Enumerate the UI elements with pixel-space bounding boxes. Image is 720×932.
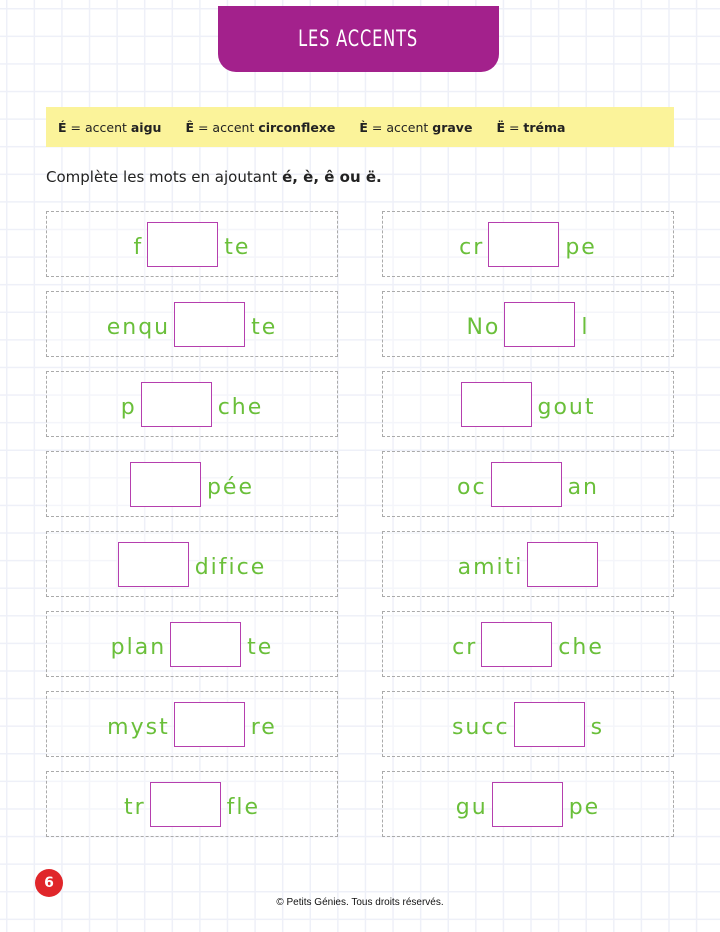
word-card: succ s xyxy=(382,691,674,757)
letter-blank-box[interactable] xyxy=(129,461,201,507)
instruction: Complète les mots en ajoutant é, è, ê ou… xyxy=(46,168,382,186)
word-card: plan te xyxy=(46,611,338,677)
letter-blank-box[interactable] xyxy=(147,221,219,267)
letter-blank-box[interactable] xyxy=(149,781,221,827)
word-card: tr fle xyxy=(46,771,338,837)
letter-blank-box[interactable] xyxy=(117,541,189,587)
word-prefix: cr xyxy=(452,634,478,660)
legend-text: = accent xyxy=(367,119,433,135)
instruction-text: Complète les mots en ajoutant xyxy=(46,168,283,186)
word-suffix: fle xyxy=(226,794,261,820)
letter-blank-box[interactable] xyxy=(174,301,246,347)
accent-legend: É = accent aigu Ê = accent circonflexe È… xyxy=(46,107,674,147)
word-suffix: s xyxy=(590,714,605,740)
word-prefix: myst xyxy=(107,714,170,740)
instruction-letters: é, è, ê ou ë. xyxy=(282,168,382,186)
word-suffix: te xyxy=(224,234,251,260)
legend-text: = accent xyxy=(66,119,131,135)
legend-letter: Ê xyxy=(185,119,194,135)
word-card: oc an xyxy=(382,451,674,517)
letter-blank-box[interactable] xyxy=(140,381,212,427)
word-card: cr pe xyxy=(382,211,674,277)
word-prefix: gu xyxy=(455,794,488,820)
letter-blank-box[interactable] xyxy=(490,461,562,507)
page-number-badge: 6 xyxy=(35,869,63,897)
legend-item-aigu: É = accent aigu xyxy=(58,120,161,135)
word-card: pée xyxy=(46,451,338,517)
legend-accent-name: aigu xyxy=(130,119,162,135)
word-suffix: pe xyxy=(568,794,601,820)
word-prefix: No xyxy=(466,314,501,340)
word-grid: f te cr pe enqu te No l p che gout pée oc an difice ami… xyxy=(46,211,674,837)
word-card: enqu te xyxy=(46,291,338,357)
legend-item-circonflexe: Ê = accent circonflexe xyxy=(185,120,335,135)
word-card: myst re xyxy=(46,691,338,757)
legend-item-trema: Ë = tréma xyxy=(496,120,565,135)
word-prefix: succ xyxy=(451,714,510,740)
copyright-footer: © Petits Génies. Tous droits réservés. xyxy=(276,897,444,908)
word-suffix: gout xyxy=(537,394,596,420)
word-suffix: che xyxy=(217,394,264,420)
word-suffix: an xyxy=(567,474,599,500)
word-suffix: pe xyxy=(565,234,597,260)
letter-blank-box[interactable] xyxy=(491,781,563,827)
legend-accent-name: grave xyxy=(432,119,473,135)
word-prefix: oc xyxy=(457,474,487,500)
word-card: No l xyxy=(382,291,674,357)
letter-blank-box[interactable] xyxy=(504,301,576,347)
word-suffix: te xyxy=(251,314,278,340)
legend-letter: É xyxy=(58,119,67,135)
letter-blank-box[interactable] xyxy=(481,621,553,667)
letter-blank-box[interactable] xyxy=(488,221,560,267)
legend-text: = xyxy=(504,119,524,135)
legend-item-grave: È = accent grave xyxy=(359,120,472,135)
word-prefix: plan xyxy=(110,634,167,660)
word-suffix: che xyxy=(558,634,604,660)
word-card: cr che xyxy=(382,611,674,677)
word-prefix: enqu xyxy=(106,314,171,340)
letter-blank-box[interactable] xyxy=(173,701,245,747)
title-banner: LES ACCENTS xyxy=(218,6,499,72)
word-suffix: te xyxy=(247,634,274,660)
word-card: difice xyxy=(46,531,338,597)
legend-letter: Ë xyxy=(496,119,505,135)
word-prefix: tr xyxy=(123,794,146,820)
word-suffix: re xyxy=(250,714,277,740)
word-card: p che xyxy=(46,371,338,437)
word-suffix: difice xyxy=(194,554,267,580)
legend-text: = accent xyxy=(194,119,259,135)
word-prefix: f xyxy=(133,234,144,260)
word-card: amiti xyxy=(382,531,674,597)
word-card: gout xyxy=(382,371,674,437)
word-suffix: l xyxy=(581,314,590,340)
word-card: gu pe xyxy=(382,771,674,837)
letter-blank-box[interactable] xyxy=(170,621,242,667)
legend-letter: È xyxy=(359,119,368,135)
word-prefix: cr xyxy=(459,234,485,260)
word-suffix: pée xyxy=(206,474,255,500)
letter-blank-box[interactable] xyxy=(527,541,599,587)
word-prefix: p xyxy=(120,394,137,420)
legend-accent-name: tréma xyxy=(523,119,566,135)
page-title: LES ACCENTS xyxy=(298,26,419,52)
word-card: f te xyxy=(46,211,338,277)
word-prefix: amiti xyxy=(457,554,524,580)
letter-blank-box[interactable] xyxy=(513,701,585,747)
letter-blank-box[interactable] xyxy=(460,381,532,427)
legend-accent-name: circonflexe xyxy=(258,119,336,135)
